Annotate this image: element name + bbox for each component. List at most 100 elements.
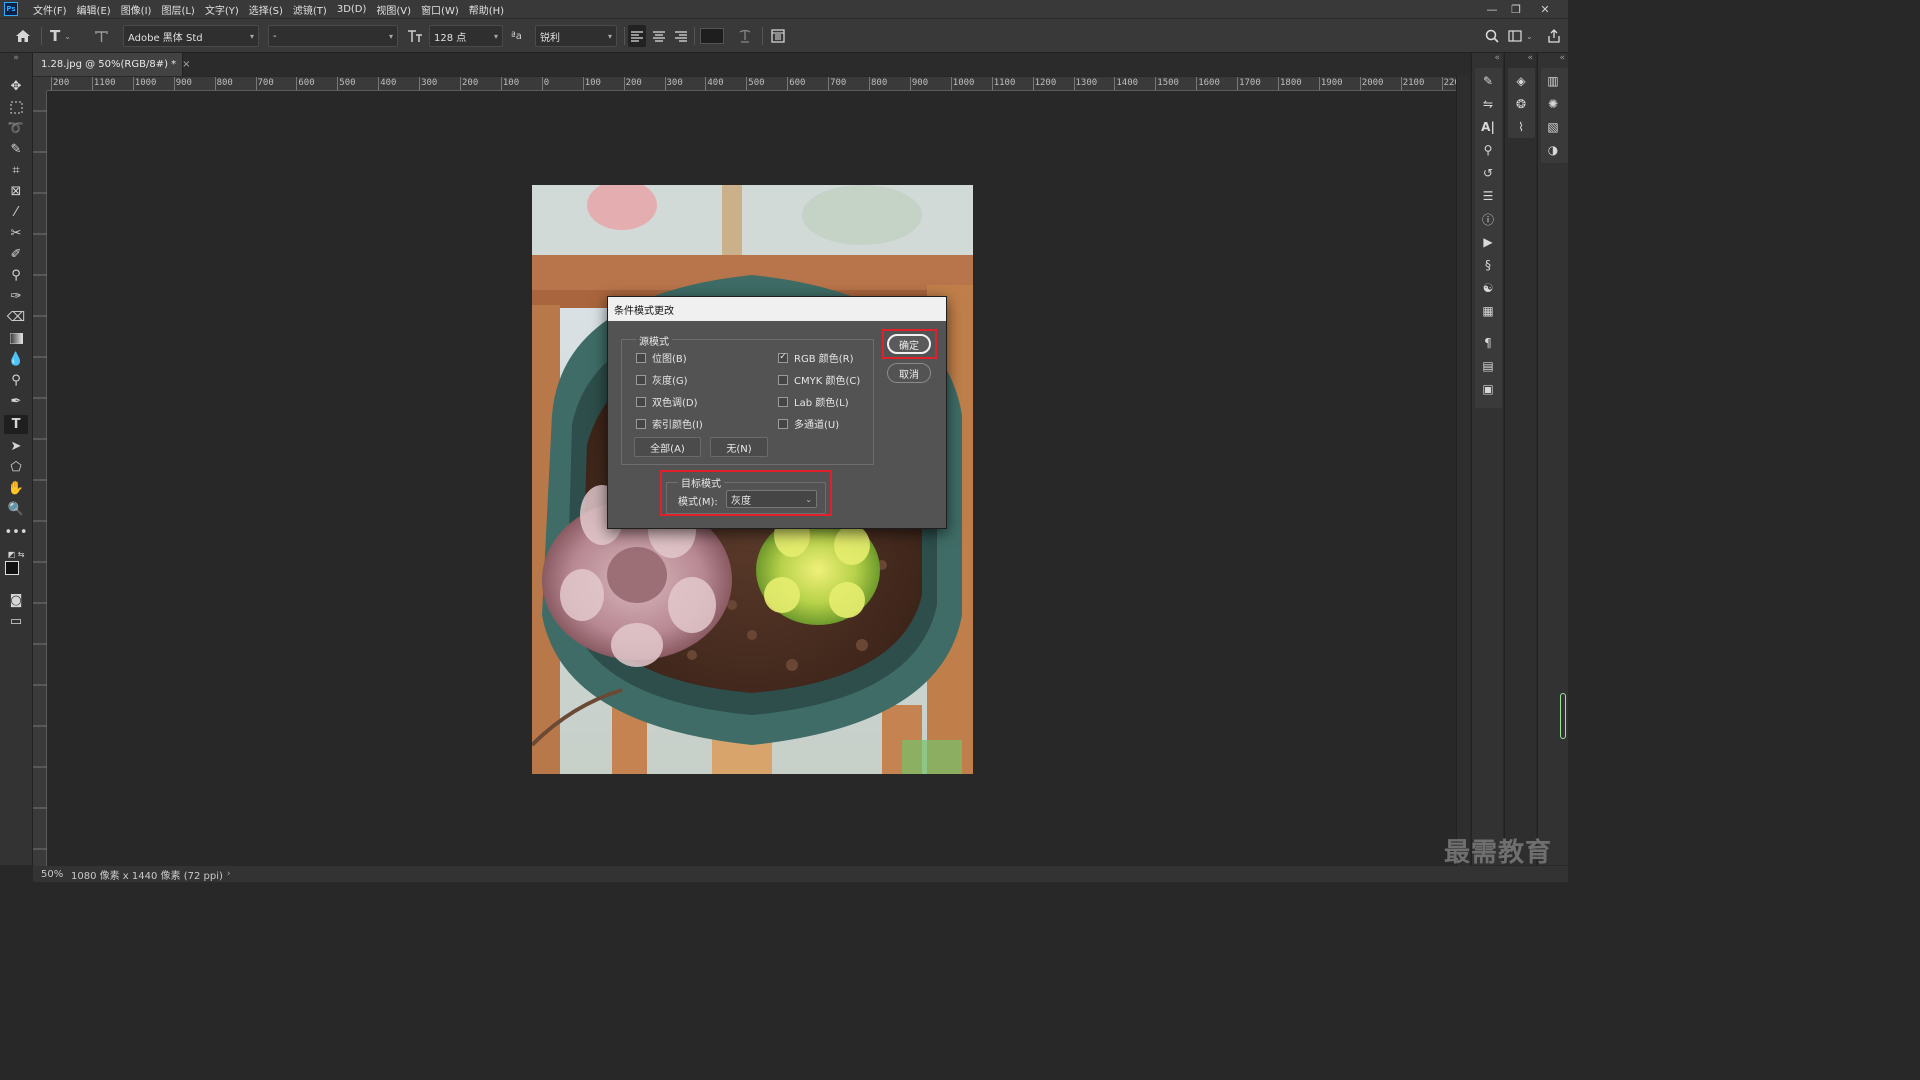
menu-layer[interactable]: 图层(L) bbox=[156, 2, 199, 17]
select-none-button[interactable]: 无(N) bbox=[710, 437, 768, 457]
brush-tool-icon[interactable]: ✐ bbox=[4, 245, 28, 264]
share-button[interactable] bbox=[1545, 25, 1563, 47]
source-duotone-checkbox[interactable]: 双色调(D) bbox=[636, 394, 698, 409]
brush-settings-icon[interactable]: ✎ bbox=[1477, 71, 1499, 91]
align-right-button[interactable] bbox=[672, 25, 690, 47]
adjustment-layers-icon[interactable]: ✺ bbox=[1542, 94, 1564, 114]
source-cmyk-checkbox[interactable]: CMYK 颜色(C) bbox=[778, 372, 860, 387]
marquee-tool-icon[interactable] bbox=[4, 98, 28, 117]
align-left-button[interactable] bbox=[628, 25, 646, 47]
menu-3d[interactable]: 3D(D) bbox=[332, 4, 372, 15]
restore-button[interactable]: ❐ bbox=[1504, 0, 1528, 18]
canvas-vertical-scrollbar[interactable] bbox=[1456, 76, 1470, 866]
cancel-button[interactable]: 取消 bbox=[887, 363, 931, 383]
eyedropper-tool-icon[interactable]: ⁄ bbox=[4, 203, 28, 222]
paragraph-icon[interactable]: ¶ bbox=[1477, 333, 1499, 353]
select-all-button[interactable]: 全部(A) bbox=[634, 437, 701, 457]
frame-tool-icon[interactable]: ⊠ bbox=[4, 182, 28, 201]
channels-icon[interactable]: ❂ bbox=[1510, 94, 1532, 114]
source-rgb-checkbox[interactable]: ✓ RGB 颜色(R) bbox=[778, 350, 854, 365]
vertical-ruler[interactable] bbox=[33, 91, 47, 866]
menu-window[interactable]: 窗口(W) bbox=[416, 2, 464, 17]
patterns-icon[interactable]: ▧ bbox=[1542, 117, 1564, 137]
swatches-grid-icon[interactable]: ▦ bbox=[1477, 301, 1499, 321]
font-size-select[interactable]: 128 点 ▾ bbox=[429, 25, 503, 47]
warp-text-button[interactable] bbox=[736, 25, 754, 47]
gradients-icon[interactable]: ◑ bbox=[1542, 140, 1564, 160]
zoom-tool-icon[interactable]: 🔍 bbox=[4, 500, 28, 519]
dodge-tool-icon[interactable]: ⚲ bbox=[4, 371, 28, 390]
horizontal-ruler[interactable]: 200 1100 1000 900 800 700 600 500 400 300 200 100 0 1… bbox=[47, 77, 1456, 91]
color-icon[interactable]: ☯ bbox=[1477, 278, 1499, 298]
layers-icon[interactable]: ◈ bbox=[1510, 71, 1532, 91]
font-style-select[interactable]: - ▾ bbox=[268, 25, 398, 47]
document-tab[interactable]: 1.28.jpg @ 50%(RGB/8#) * × bbox=[33, 53, 191, 76]
collapse-icon[interactable]: « bbox=[1538, 53, 1569, 63]
document-info[interactable]: 1080 像素 x 1440 像素 (72 ppi) bbox=[67, 867, 223, 882]
path-selection-tool-icon[interactable]: ➤ bbox=[4, 437, 28, 456]
adjustments-icon[interactable]: ⇋ bbox=[1477, 94, 1499, 114]
menu-image[interactable]: 图像(I) bbox=[116, 2, 157, 17]
eraser-tool-icon[interactable]: ⌫ bbox=[4, 308, 28, 327]
crop-tool-icon[interactable]: ⌗ bbox=[4, 161, 28, 180]
history-brush-tool-icon[interactable]: ✑ bbox=[4, 287, 28, 306]
type-tool-icon[interactable]: T bbox=[4, 415, 28, 434]
source-bitmap-checkbox[interactable]: 位图(B) bbox=[636, 350, 687, 365]
paths-icon[interactable]: ⌇ bbox=[1510, 117, 1532, 137]
menu-edit[interactable]: 编辑(E) bbox=[72, 2, 116, 17]
source-multichannel-checkbox[interactable]: 多通道(U) bbox=[778, 416, 839, 431]
font-family-select[interactable]: Adobe 黑体 Std ▾ bbox=[123, 25, 259, 47]
close-window-button[interactable]: ✕ bbox=[1533, 0, 1557, 18]
clone-source-icon[interactable]: ⚲ bbox=[1477, 140, 1499, 160]
zoom-level[interactable]: 50% bbox=[33, 869, 67, 880]
menu-help[interactable]: 帮助(H) bbox=[464, 2, 509, 17]
toggle-text-orientation-button[interactable] bbox=[94, 25, 112, 47]
home-button[interactable] bbox=[12, 25, 34, 47]
clone-stamp-tool-icon[interactable]: ⚲ bbox=[4, 266, 28, 285]
more-tools-icon[interactable]: ••• bbox=[4, 523, 28, 542]
notes-icon[interactable]: ▣ bbox=[1477, 379, 1499, 399]
source-indexed-checkbox[interactable]: 索引颜色(I) bbox=[636, 416, 703, 431]
close-tab-icon[interactable]: × bbox=[182, 59, 190, 70]
source-lab-checkbox[interactable]: Lab 颜色(L) bbox=[778, 394, 849, 409]
hand-tool-icon[interactable]: ✋ bbox=[4, 479, 28, 498]
character-panel-button[interactable] bbox=[769, 25, 787, 47]
gradient-tool-icon[interactable] bbox=[4, 329, 28, 348]
text-color-swatch[interactable] bbox=[700, 28, 724, 44]
menu-view[interactable]: 视图(V) bbox=[371, 2, 416, 17]
source-grayscale-checkbox[interactable]: 灰度(G) bbox=[636, 372, 688, 387]
move-tool-icon[interactable]: ✥ bbox=[4, 77, 28, 96]
foreground-color-swatch[interactable] bbox=[5, 561, 19, 575]
menu-type[interactable]: 文字(Y) bbox=[200, 2, 244, 17]
minimize-button[interactable]: — bbox=[1480, 0, 1504, 18]
lasso-tool-icon[interactable]: ➰ bbox=[4, 119, 28, 138]
collapse-icon[interactable]: « bbox=[1505, 53, 1537, 63]
menu-filter[interactable]: 滤镜(T) bbox=[288, 2, 332, 17]
ruler-origin[interactable] bbox=[33, 77, 47, 91]
info-icon[interactable]: ⓘ bbox=[1477, 209, 1499, 229]
collapse-icon[interactable]: « bbox=[1472, 53, 1504, 63]
libraries-icon[interactable]: ▥ bbox=[1542, 71, 1564, 91]
collapse-icon[interactable]: » bbox=[4, 53, 28, 63]
align-center-button[interactable] bbox=[650, 25, 668, 47]
blur-tool-icon[interactable]: 💧 bbox=[4, 350, 28, 369]
anti-alias-select[interactable]: 锐利 ▾ bbox=[535, 25, 617, 47]
quick-selection-tool-icon[interactable]: ✎ bbox=[4, 140, 28, 159]
healing-brush-tool-icon[interactable]: ✂ bbox=[4, 224, 28, 243]
tool-preset-picker[interactable]: T ⌄ bbox=[50, 25, 78, 47]
paragraph-styles-icon[interactable]: ▤ bbox=[1477, 356, 1499, 376]
pen-tool-icon[interactable]: ✒ bbox=[4, 392, 28, 411]
history-icon[interactable]: ↺ bbox=[1477, 163, 1499, 183]
search-button[interactable] bbox=[1483, 25, 1501, 47]
shape-tool-icon[interactable]: ⬠ bbox=[4, 458, 28, 477]
properties-icon[interactable]: ☰ bbox=[1477, 186, 1499, 206]
glyphs-icon[interactable]: § bbox=[1477, 255, 1499, 275]
character-icon[interactable]: A| bbox=[1477, 117, 1499, 137]
screen-mode-icon[interactable]: ▭ bbox=[4, 612, 28, 631]
quick-mask-icon[interactable]: ◙ bbox=[4, 591, 28, 610]
menu-select[interactable]: 选择(S) bbox=[244, 2, 288, 17]
menu-file[interactable]: 文件(F) bbox=[28, 2, 72, 17]
actions-icon[interactable]: ▶ bbox=[1477, 232, 1499, 252]
chevron-right-icon[interactable]: › bbox=[227, 869, 231, 879]
workspace-switcher[interactable]: ⌄ bbox=[1508, 25, 1538, 47]
